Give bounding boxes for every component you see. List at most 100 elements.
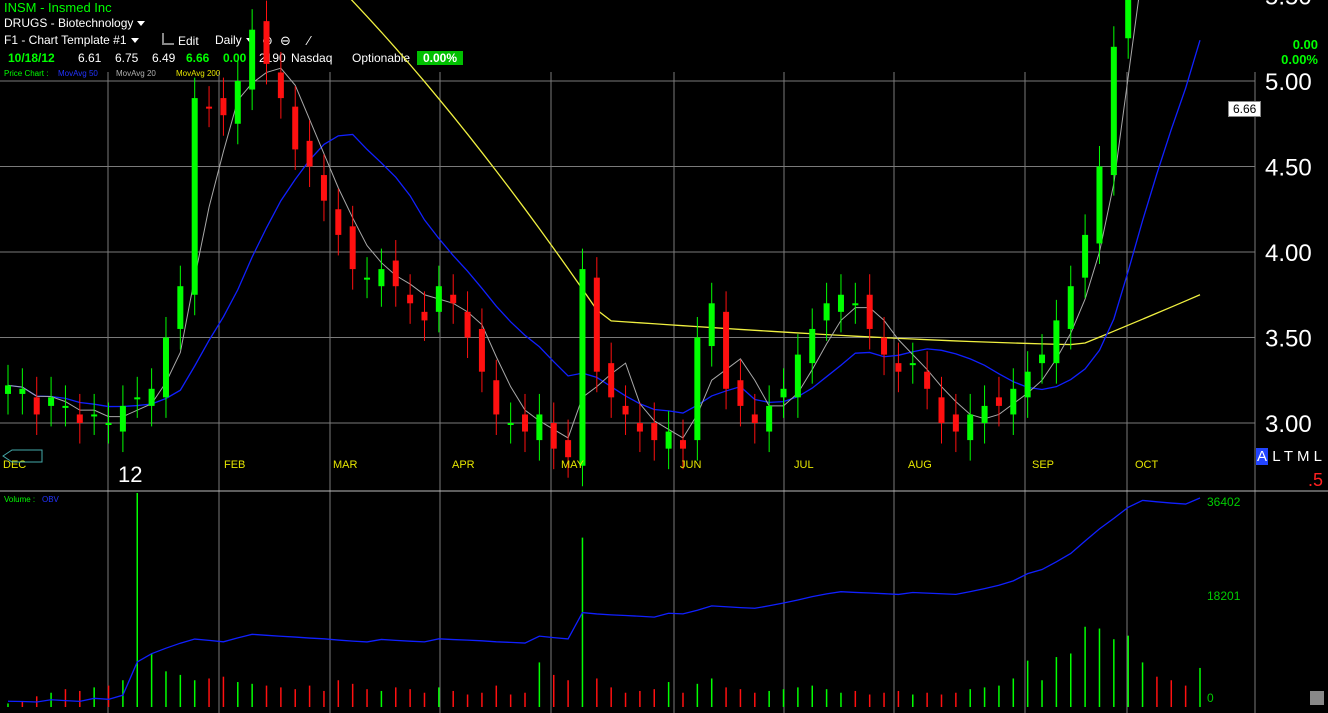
candle-body <box>292 106 299 150</box>
candle-body <box>91 414 98 417</box>
candle-body <box>263 21 270 64</box>
candle-body <box>1125 0 1132 39</box>
obv-line <box>7 497 1201 703</box>
candle-body <box>320 175 327 201</box>
x-tick-label: JUN <box>680 459 701 471</box>
y-tick-label: 3.50 <box>1265 326 1312 353</box>
candle-body <box>679 440 686 449</box>
candle-body <box>435 286 442 312</box>
candle-body <box>766 405 773 432</box>
candle-body <box>19 388 26 394</box>
candle-body <box>378 269 385 287</box>
tool-l2[interactable]: L <box>1314 448 1322 465</box>
x-tick-label: MAY <box>561 459 585 471</box>
candle-body <box>881 337 888 355</box>
tool-m[interactable]: M <box>1297 448 1310 465</box>
candle-body <box>450 294 457 304</box>
scroll-left-icon[interactable] <box>2 449 43 463</box>
tool-a[interactable]: A <box>1256 448 1269 465</box>
candle-body <box>162 337 169 398</box>
candle-body <box>1053 320 1060 364</box>
candle-body <box>1039 354 1046 364</box>
y-tick-label: 3.00 <box>1265 411 1312 438</box>
candle-body <box>234 81 241 124</box>
candle-body <box>76 414 83 423</box>
volume-tick-label: 36402 <box>1207 495 1241 509</box>
candle-body <box>306 140 313 167</box>
candle-body <box>62 405 69 408</box>
obv-path <box>7 497 1201 703</box>
candle-body <box>536 414 543 441</box>
ma200-path <box>350 0 1201 346</box>
ma20-line <box>7 0 1140 439</box>
candle-body <box>895 363 902 372</box>
candle-body <box>1082 234 1089 278</box>
volume-tick-label: 18201 <box>1207 589 1241 603</box>
scroll-handle[interactable] <box>1310 691 1324 705</box>
candle-body <box>938 397 945 423</box>
candle-body <box>421 311 428 321</box>
candle-body <box>119 405 126 432</box>
candle-body <box>565 440 572 458</box>
candle-body <box>794 354 801 398</box>
candle-body <box>737 380 744 406</box>
candle-body <box>981 405 988 423</box>
candle-body <box>723 311 730 389</box>
y-tick-label: 4.00 <box>1265 240 1312 267</box>
candle-body <box>636 423 643 432</box>
x-tick-label: AUG <box>908 459 932 471</box>
candle-body <box>952 414 959 432</box>
candle-body <box>134 397 141 400</box>
ma200-line <box>350 0 1201 346</box>
candle-body <box>407 294 414 304</box>
candle-body <box>464 311 471 338</box>
candle-body <box>335 209 342 235</box>
candle-body <box>33 397 40 415</box>
x-tick-label: MAR <box>333 459 358 471</box>
candle-body <box>1010 388 1017 415</box>
candle-body <box>995 397 1002 406</box>
red-value: .5 <box>1308 470 1324 490</box>
y-tick-label: 5.50 <box>1265 0 1312 11</box>
candle-body <box>507 423 514 425</box>
candle-body <box>780 388 787 398</box>
grid-lines <box>0 72 1328 713</box>
volume-tick-label: 0 <box>1207 691 1214 705</box>
price-chart[interactable]: 3.003.504.004.505.005.506.006.507.00 DEC… <box>0 0 1328 713</box>
x-tick-label: FEB <box>224 459 245 471</box>
current-price-value: 6.66 <box>1233 102 1257 116</box>
candle-body <box>665 431 672 449</box>
candle-body <box>1096 166 1103 244</box>
candle-body <box>277 72 284 99</box>
candle-body <box>1024 371 1031 398</box>
ma50-line <box>7 40 1201 414</box>
candle-body <box>751 414 758 423</box>
candle-body <box>148 388 155 406</box>
candle-body <box>177 286 184 329</box>
y-tick-label: 4.50 <box>1265 155 1312 182</box>
volume-legend-label: Volume : <box>4 495 36 504</box>
current-price-tag: 6.66 <box>1228 101 1262 117</box>
x-tick-label: APR <box>452 459 475 471</box>
candle-body <box>493 380 500 415</box>
candle-body <box>651 423 658 441</box>
candle-body <box>48 397 55 406</box>
candles <box>5 0 1132 487</box>
candle-body <box>823 303 830 321</box>
tool-t[interactable]: T <box>1284 448 1293 465</box>
year-label: 12 <box>118 462 143 487</box>
candle-body <box>392 260 399 287</box>
volume-bars <box>7 493 1201 707</box>
candle-body <box>364 277 371 280</box>
x-tick-label: SEP <box>1032 459 1054 471</box>
candle-body <box>5 385 11 394</box>
ma20-path <box>7 0 1140 439</box>
y-axis-labels: 3.003.504.004.505.005.506.006.507.00 <box>1265 0 1312 438</box>
candle-body <box>1067 286 1074 329</box>
candle-body <box>593 277 600 372</box>
candle-body <box>622 405 629 415</box>
y-tick-label: 5.00 <box>1265 69 1312 96</box>
candle-body <box>708 303 715 347</box>
tool-l[interactable]: L <box>1272 448 1280 465</box>
candle-body <box>550 423 557 449</box>
